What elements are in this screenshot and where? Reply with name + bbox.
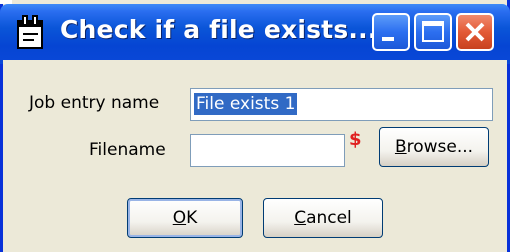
browse-label-rest: rowse... [406,137,474,157]
minimize-button[interactable] [372,13,410,51]
cancel-label-rest: ancel [306,208,352,228]
dialog-body: Job entry name File exists 1 Filename $ … [3,60,507,252]
title-bar[interactable]: Check if a file exists... [0,4,510,64]
window-title: Check if a file exists... [60,15,378,44]
job-entry-name-value: File exists 1 [194,93,298,115]
ok-button[interactable]: OK [127,198,243,238]
job-entry-name-input[interactable]: File exists 1 [190,88,493,121]
close-button[interactable] [456,13,494,51]
ok-label-rest: K [186,208,198,228]
cancel-mnemonic: C [294,208,307,228]
minimize-icon [382,37,394,41]
filename-input[interactable] [190,134,345,167]
variable-marker-icon: $ [349,129,362,150]
job-entry-name-label: Job entry name [29,93,160,113]
maximize-icon [422,21,444,42]
job-entry-icon [14,15,48,51]
browse-button[interactable]: Browse... [379,127,489,167]
maximize-button[interactable] [414,13,452,51]
filename-label: Filename [89,140,166,160]
dialog-window: Check if a file exists... Job entry name… [0,0,510,252]
browse-mnemonic: B [394,137,407,157]
close-icon [465,22,485,42]
ok-mnemonic: O [172,208,187,228]
cancel-button[interactable]: Cancel [263,198,383,238]
top-edge-marker [0,0,12,4]
